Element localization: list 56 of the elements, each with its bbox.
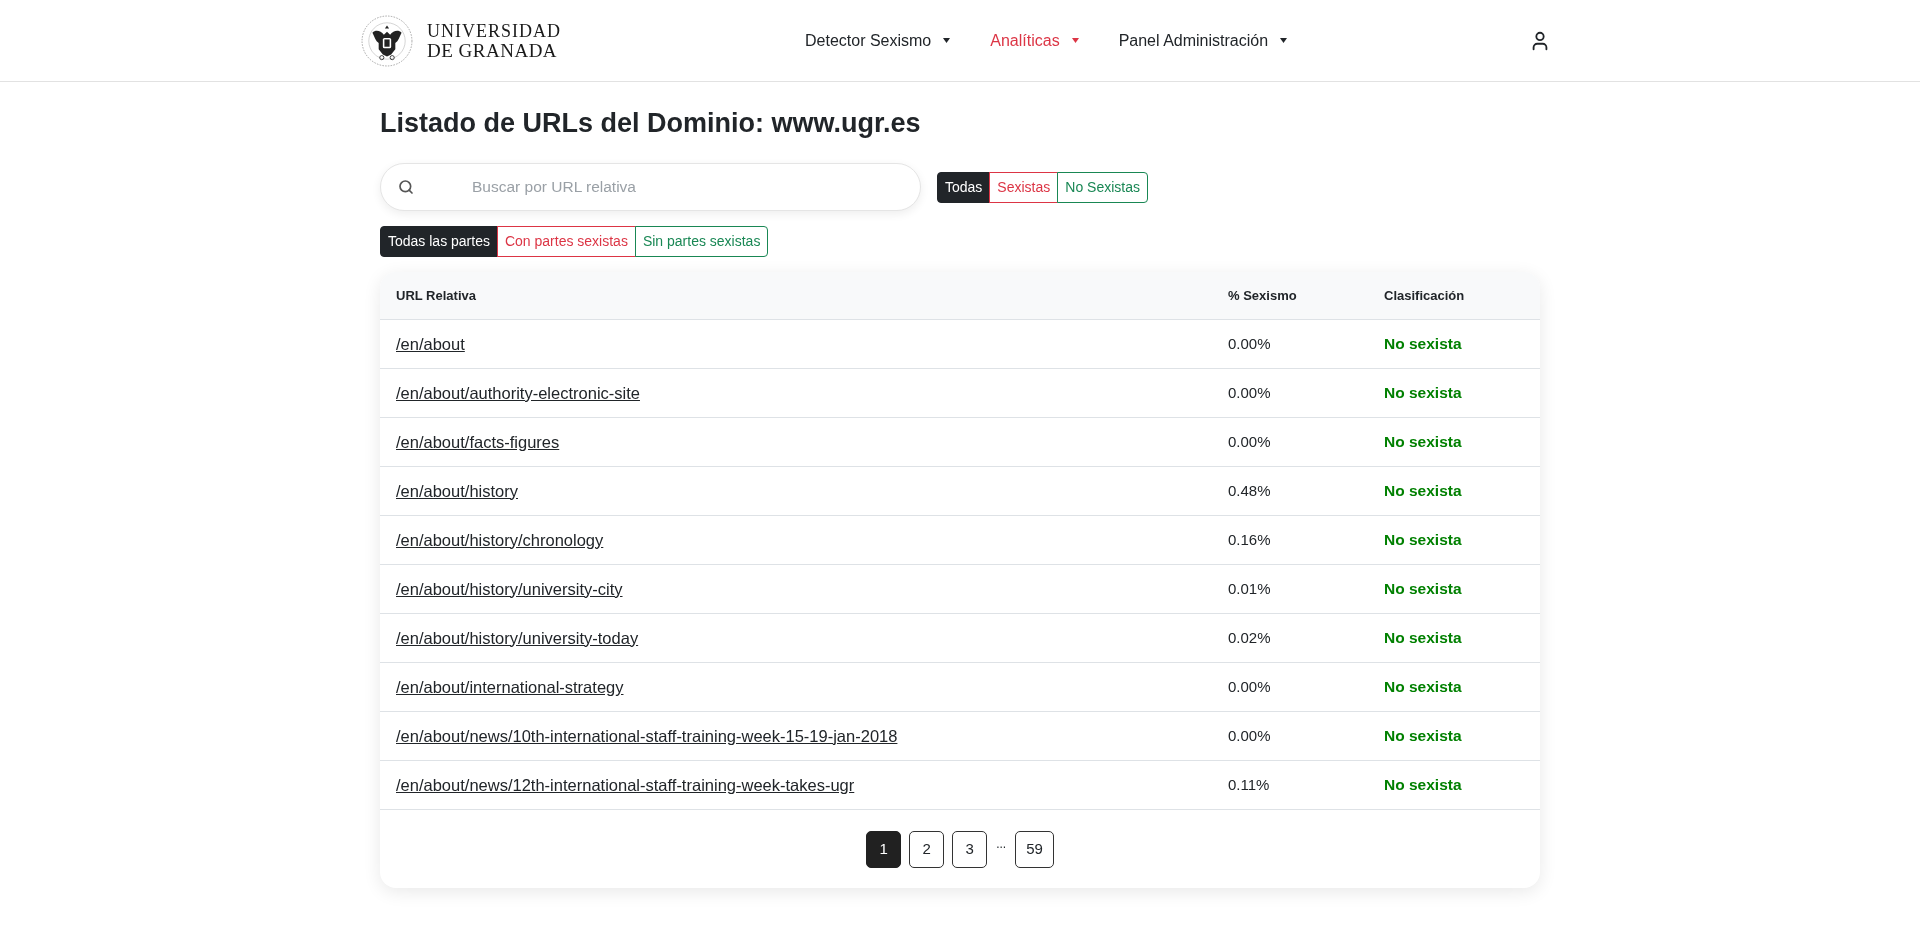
- logo-text: UNIVERSIDAD: [427, 21, 561, 41]
- url-link[interactable]: /en/about/news/12th-international-staff-training-week-takes-ugr: [396, 775, 855, 794]
- url-link[interactable]: /en/about: [396, 334, 465, 353]
- classification-cell-text: No sexista: [1384, 481, 1463, 502]
- nav-menu-item[interactable]: Panel Administración: [1118, 28, 1288, 53]
- classification-cell-text: No sexista: [1384, 579, 1463, 600]
- column-header: URL Relativa: [396, 286, 477, 305]
- percent-cell-text: 0.01%: [1228, 578, 1272, 599]
- page-button[interactable]: 2: [909, 830, 945, 868]
- caret-icon: [1071, 38, 1079, 43]
- classification-cell-text: No sexista: [1384, 726, 1463, 747]
- classification-cell-text: No sexista: [1384, 383, 1463, 404]
- percent-cell-text: 0.00%: [1228, 676, 1272, 697]
- url-link[interactable]: /en/about/news/10th-international-staff-training-week-15-19-jan-2018: [396, 726, 898, 745]
- nav-menu-item[interactable]: Detector Sexismo: [805, 28, 951, 53]
- filter-button[interactable]: Todas las partes: [380, 226, 498, 257]
- logo-text: DE GRANADA: [427, 40, 559, 60]
- percent-cell-text: 0.00%: [1228, 382, 1272, 403]
- url-link[interactable]: /en/about/history/university-city: [396, 579, 623, 598]
- percent-cell-text: 0.16%: [1228, 529, 1272, 550]
- filter-button[interactable]: Sexistas: [989, 171, 1059, 203]
- page-button[interactable]: 59: [1015, 830, 1054, 868]
- column-header: % Sexismo: [1228, 286, 1298, 305]
- url-link[interactable]: /en/about/history: [396, 481, 518, 500]
- emblem-icon: [361, 14, 413, 67]
- nav-menu-item[interactable]: Analíticas: [990, 28, 1079, 53]
- filter-button[interactable]: No Sexistas: [1057, 171, 1148, 203]
- percent-cell-text: 0.11%: [1228, 774, 1271, 795]
- percent-cell-text: 0.48%: [1228, 480, 1272, 501]
- search-icon: [398, 179, 414, 195]
- url-link[interactable]: /en/about/authority-electronic-site: [396, 383, 640, 402]
- classification-cell-text: No sexista: [1384, 775, 1463, 796]
- search-field[interactable]: Buscar por URL relativa: [380, 163, 921, 211]
- caret-icon: [1280, 38, 1288, 43]
- url-link[interactable]: /en/about/facts-figures: [396, 432, 560, 451]
- classification-cell-text: No sexista: [1384, 530, 1463, 551]
- classification-cell-text: No sexista: [1384, 677, 1463, 698]
- page-button[interactable]: 3: [952, 830, 988, 868]
- filter-button[interactable]: Con partes sexistas: [496, 226, 636, 257]
- classification-cell-text: No sexista: [1384, 334, 1463, 355]
- page-button[interactable]: 1: [866, 830, 902, 868]
- classification-cell-text: No sexista: [1384, 628, 1463, 649]
- classification-cell-text: No sexista: [1384, 432, 1463, 453]
- caret-icon: [943, 38, 951, 43]
- filter-button[interactable]: Todas: [937, 171, 991, 203]
- percent-cell-text: 0.02%: [1228, 627, 1272, 648]
- pagination-ellipsis: ...: [995, 836, 1008, 853]
- percent-cell-text: 0.00%: [1228, 333, 1272, 354]
- url-link[interactable]: /en/about/international-strategy: [396, 677, 624, 696]
- url-link[interactable]: /en/about/history/chronology: [396, 530, 604, 549]
- percent-cell-text: 0.00%: [1228, 725, 1272, 746]
- page-title: Listado de URLs del Dominio: www.ugr.es: [380, 107, 922, 140]
- filter-button[interactable]: Sin partes sexistas: [634, 226, 769, 257]
- percent-cell-text: 0.00%: [1228, 431, 1272, 452]
- url-link[interactable]: /en/about/history/university-today: [396, 628, 639, 647]
- column-header: Clasificación: [1384, 286, 1466, 305]
